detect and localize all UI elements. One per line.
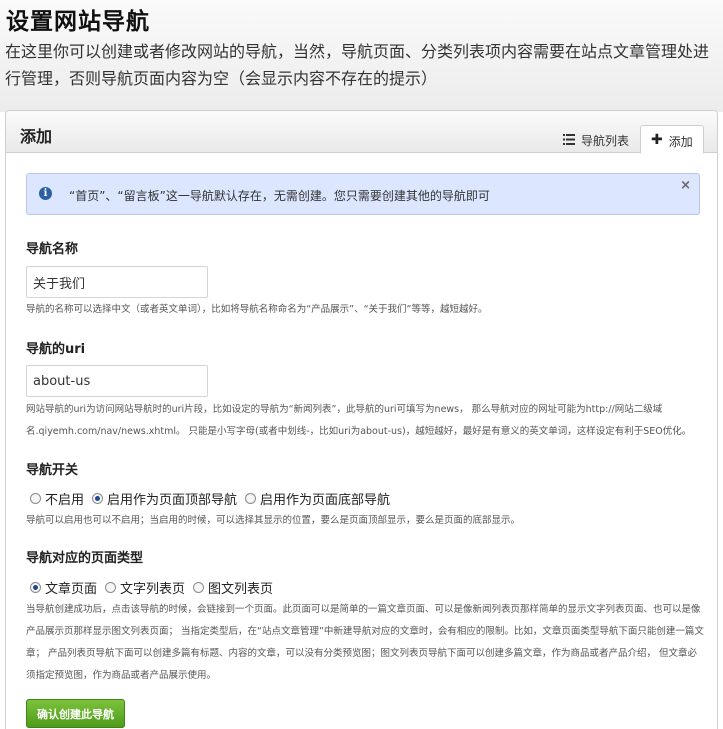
radio-label: 图文列表页 <box>208 582 274 597</box>
nav-uri-help: 网站导航的uri为访问网站导航时的uri片段，比如设定的导航为“新闻列表”，此导… <box>26 404 692 437</box>
radio-text-list[interactable]: 文字列表页 <box>105 578 185 597</box>
nav-toggle-options: 不启用 启用作为页面顶部导航 启用作为页面底部导航 <box>30 489 398 508</box>
tab-add[interactable]: ✚ 添加 <box>640 125 704 154</box>
confirm-create-button[interactable]: 确认创建此导航 <box>26 699 125 728</box>
panel-header: 添加 导航列表 ✚ 添加 <box>6 111 717 154</box>
page-type-help: 当导航创建成功后，点击该导航的时候，会链接到一个页面。此页面可以是简单的一篇文章… <box>26 604 704 681</box>
radio-bottom-nav[interactable]: 启用作为页面底部导航 <box>245 489 390 508</box>
nav-name-label: 导航名称 <box>26 242 79 257</box>
page-type-options: 文章页面 文字列表页 图文列表页 <box>30 578 281 597</box>
nav-toggle-help: 导航可以启用也可以不启用；当启用的时候，可以选择其显示的位置，要么是页面顶部显示… <box>26 515 521 526</box>
radio-image-list[interactable]: 图文列表页 <box>193 578 273 597</box>
tab-nav-list[interactable]: 导航列表 <box>553 125 639 154</box>
radio-label: 启用作为页面顶部导航 <box>107 493 238 508</box>
panel-title: 添加 <box>20 127 53 146</box>
radio-top-nav[interactable]: 启用作为页面顶部导航 <box>92 489 237 508</box>
nav-uri-input[interactable] <box>26 365 208 397</box>
page-title: 设置网站导航 <box>6 9 150 35</box>
radio-button[interactable] <box>245 493 257 504</box>
nav-name-help: 导航的名称可以选择中文（或者英文单词），比如将导航名称命名为“产品展示”、“关于… <box>26 304 488 315</box>
radio-label: 不启用 <box>45 493 85 508</box>
tab-label: 导航列表 <box>581 134 630 148</box>
nav-toggle-label: 导航开关 <box>26 463 79 478</box>
radio-button[interactable] <box>105 582 117 593</box>
tab-label: 添加 <box>668 135 693 149</box>
radio-label: 启用作为页面底部导航 <box>260 493 391 508</box>
info-alert: i “首页”、“留言板”这一导航默认存在，无需创建。您只需要创建其他的导航即可 … <box>26 173 700 215</box>
radio-article-page[interactable]: 文章页面 <box>30 578 97 597</box>
nav-name-input[interactable] <box>26 266 208 298</box>
info-icon: i <box>39 187 52 200</box>
alert-text: “首页”、“留言板”这一导航默认存在，无需创建。您只需要创建其他的导航即可 <box>69 189 490 203</box>
page-description: 在这里你可以创建或者修改网站的导航，当然，导航页面、分类列表项内容需要在站点文章… <box>5 42 710 88</box>
page-header: 设置网站导航 在这里你可以创建或者修改网站的导航，当然，导航页面、分类列表项内容… <box>0 0 723 112</box>
radio-label: 文章页面 <box>45 582 98 597</box>
close-icon[interactable]: × <box>680 178 691 193</box>
radio-disabled[interactable]: 不启用 <box>30 489 84 508</box>
plus-icon: ✚ <box>651 132 663 148</box>
page-type-label: 导航对应的页面类型 <box>26 551 144 566</box>
list-icon <box>563 134 575 145</box>
nav-uri-label: 导航的uri <box>26 342 86 357</box>
radio-label: 文字列表页 <box>120 582 186 597</box>
radio-button[interactable] <box>30 493 41 504</box>
radio-button[interactable] <box>92 493 104 504</box>
add-panel: 添加 导航列表 ✚ 添加 i “首页”、“留言板”这一导航默认存在，无需创建。您… <box>5 110 718 729</box>
radio-button[interactable] <box>193 582 205 593</box>
radio-button[interactable] <box>30 582 41 593</box>
